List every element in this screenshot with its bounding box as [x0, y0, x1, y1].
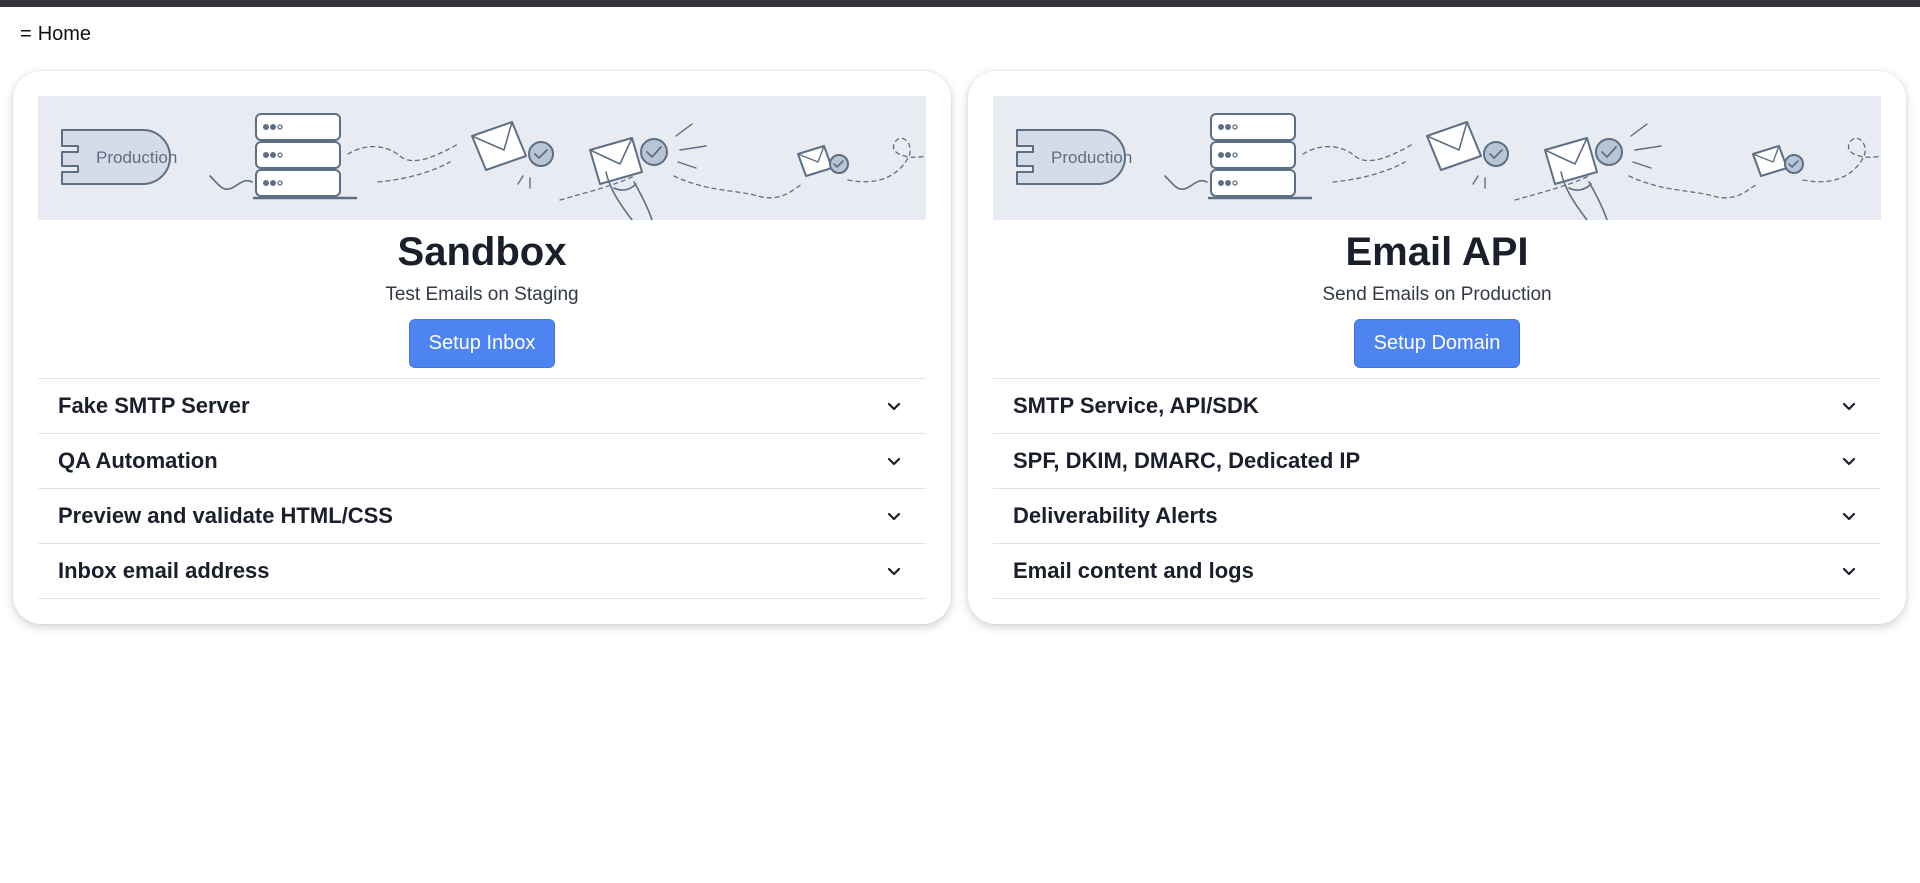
sandbox-card: Production Sandbox Test Emails on Stagin… — [13, 71, 951, 624]
chevron-down-icon[interactable] — [1841, 398, 1857, 414]
chevron-down-icon[interactable] — [1841, 508, 1857, 524]
accordion-item-label: QA Automation — [58, 448, 218, 473]
envelope-small-icon — [1752, 145, 1804, 177]
card-subtitle: Test Emails on Staging — [385, 284, 579, 305]
card-subtitle: Send Emails on Production — [1322, 284, 1552, 305]
features-accordion: SMTP Service, API/SDK SPF, DKIM, DMARC, … — [993, 378, 1881, 599]
hand-envelope-icon — [1544, 123, 1662, 220]
server-icon — [252, 113, 358, 200]
accordion-item-label: SMTP Service, API/SDK — [1013, 393, 1259, 418]
banner-illustration: Production — [993, 96, 1881, 220]
accordion-item-preview-html-css[interactable]: Preview and validate HTML/CSS — [38, 489, 926, 544]
card-title: Sandbox — [397, 230, 567, 274]
hand-envelope-icon — [589, 123, 707, 220]
product-cards: Production Sandbox Test Emails on Stagin… — [13, 71, 1906, 624]
accordion-item-label: SPF, DKIM, DMARC, Dedicated IP — [1013, 448, 1361, 473]
page-title[interactable]: Home — [38, 23, 91, 46]
email-api-card: Production Email API Send Emails on Prod… — [968, 71, 1906, 624]
menu-icon[interactable]: = — [20, 23, 32, 46]
chevron-down-icon[interactable] — [886, 398, 902, 414]
banner-illustration: Production — [38, 96, 926, 220]
setup-domain-button[interactable]: Setup Domain — [1353, 319, 1521, 368]
accordion-item-label: Fake SMTP Server — [58, 393, 250, 418]
accordion-item-label: Email content and logs — [1013, 558, 1254, 583]
accordion-item-inbox-email-address[interactable]: Inbox email address — [38, 544, 926, 599]
top-bar — [0, 0, 1920, 7]
breadcrumb[interactable]: = Home — [20, 20, 91, 48]
accordion-item-label: Deliverability Alerts — [1013, 503, 1218, 528]
accordion-item-email-content-logs[interactable]: Email content and logs — [993, 544, 1881, 599]
accordion-item-smtp-service-api-sdk[interactable]: SMTP Service, API/SDK — [993, 379, 1881, 434]
accordion-item-qa-automation[interactable]: QA Automation — [38, 434, 926, 489]
chevron-down-icon[interactable] — [1841, 563, 1857, 579]
setup-inbox-button[interactable]: Setup Inbox — [408, 319, 556, 368]
production-label: Production — [1051, 148, 1132, 167]
production-label: Production — [96, 148, 177, 167]
server-icon — [1207, 113, 1313, 200]
card-title: Email API — [1345, 230, 1529, 274]
features-accordion: Fake SMTP Server QA Automation Preview a… — [38, 378, 926, 599]
chevron-down-icon[interactable] — [1841, 453, 1857, 469]
envelope-small-icon — [797, 145, 849, 177]
accordion-item-label: Preview and validate HTML/CSS — [58, 503, 393, 528]
envelope-icon — [471, 121, 554, 189]
accordion-item-spf-dkim-dmarc[interactable]: SPF, DKIM, DMARC, Dedicated IP — [993, 434, 1881, 489]
accordion-item-deliverability-alerts[interactable]: Deliverability Alerts — [993, 489, 1881, 544]
chevron-down-icon[interactable] — [886, 563, 902, 579]
production-plug-icon: Production — [61, 129, 177, 185]
production-plug-icon: Production — [1016, 129, 1132, 185]
chevron-down-icon[interactable] — [886, 508, 902, 524]
envelope-icon — [1426, 121, 1509, 189]
chevron-down-icon[interactable] — [886, 453, 902, 469]
accordion-item-label: Inbox email address — [58, 558, 270, 583]
accordion-item-fake-smtp-server[interactable]: Fake SMTP Server — [38, 379, 926, 434]
